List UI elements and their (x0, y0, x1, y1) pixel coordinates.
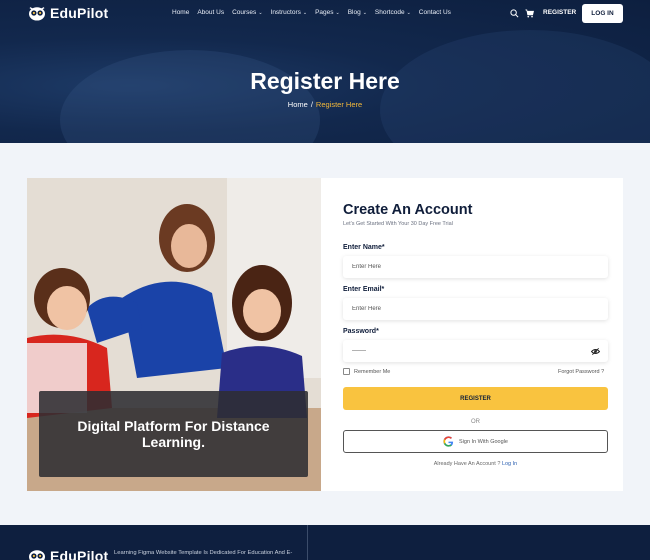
chevron-down-icon: ⌄ (362, 9, 367, 16)
forgot-password-link[interactable]: Forgot Password ? (558, 369, 604, 375)
footer-logo[interactable]: EduPilot (28, 548, 108, 560)
page-title: Register Here (250, 68, 400, 94)
nav-item-instructors[interactable]: Instructors ⌄ (271, 9, 308, 16)
email-input[interactable] (343, 298, 608, 320)
breadcrumb: Home / Register Here (0, 100, 650, 109)
eye-slash-icon[interactable] (591, 347, 600, 356)
nav-item-shortcode[interactable]: Shortcode ⌄ (375, 9, 411, 16)
have-account-text: Already Have An Account ? Log In (343, 461, 608, 467)
remember-me: Remember Me (343, 368, 390, 375)
form-title: Create An Account (343, 202, 473, 218)
password-input[interactable] (343, 340, 608, 362)
chevron-down-icon: ⌄ (258, 9, 263, 16)
register-nav-link[interactable]: REGISTER (543, 9, 576, 16)
top-nav: EduPilot Home About Us Courses ⌄ Instructors… (0, 0, 650, 27)
name-label: Enter Name* (343, 244, 385, 251)
google-signin-button[interactable]: Sign In With Google (343, 430, 608, 453)
google-button-label: Sign In With Google (459, 438, 508, 445)
footer: EduPilot Learning Figma Website Template… (0, 525, 650, 560)
nav-item-about-us[interactable]: About Us (197, 9, 224, 16)
password-label: Password* (343, 328, 379, 335)
main-menu: Home About Us Courses ⌄ Instructors ⌄ Pages ⌄ Bl… (172, 9, 459, 16)
chevron-down-icon: ⌄ (302, 9, 308, 16)
owl-logo-icon (29, 550, 45, 560)
nav-item-contact-us[interactable]: Contact Us (419, 9, 451, 16)
nav-item-label: About Us (197, 9, 225, 16)
students-photo: Digital Platform For Distance Learning. (27, 178, 321, 491)
hero-banner: EduPilot Home About Us Courses ⌄ Instructors… (0, 0, 650, 143)
owl-logo-icon (29, 7, 45, 21)
form-subtitle: Let's Get Started With Your 30 Day Free … (343, 221, 453, 227)
or-divider: OR (471, 419, 480, 425)
chevron-down-icon: ⌄ (406, 9, 411, 16)
nav-item-blog[interactable]: Blog ⌄ (348, 9, 367, 16)
nav-item-label: Courses (232, 9, 257, 16)
nav-item-label: Blog (347, 9, 361, 16)
breadcrumb-separator: / (310, 100, 313, 109)
nav-item-label: Contact Us (418, 9, 451, 16)
breadcrumb-current: Register Here (315, 100, 363, 109)
nav-item-pages[interactable]: Pages ⌄ (315, 9, 340, 16)
have-account-label: Already Have An Account ? (433, 461, 501, 467)
logo[interactable]: EduPilot (28, 5, 108, 21)
nav-item-label: Shortcode (374, 9, 405, 16)
login-button[interactable]: LOG IN (582, 4, 623, 23)
nav-item-courses[interactable]: Courses ⌄ (232, 9, 262, 16)
search-icon[interactable] (510, 9, 519, 18)
footer-description: Learning Figma Website Template Is Dedic… (114, 550, 293, 556)
footer-divider (307, 525, 308, 560)
brand-name: EduPilot (50, 5, 109, 21)
chevron-down-icon: ⌄ (335, 9, 340, 16)
nav-item-label: Home (172, 9, 190, 16)
login-link[interactable]: Log In (502, 461, 517, 467)
nav-item-home[interactable]: Home (172, 9, 189, 16)
register-form-card: Create An Account Let's Get Started With… (321, 178, 623, 491)
name-input[interactable] (343, 256, 608, 278)
breadcrumb-home[interactable]: Home (288, 100, 308, 109)
register-button[interactable]: REGISTER (343, 387, 608, 410)
cart-icon[interactable] (525, 9, 534, 18)
nav-item-label: Pages (315, 9, 334, 16)
google-icon (443, 436, 454, 447)
remember-checkbox[interactable] (343, 368, 350, 375)
promo-overlay: Digital Platform For Distance Learning. (39, 391, 308, 477)
nav-item-label: Instructors (270, 9, 301, 16)
email-label: Enter Email* (343, 286, 385, 293)
remember-label: Remember Me (354, 368, 391, 375)
footer-brand-name: EduPilot (50, 548, 109, 560)
